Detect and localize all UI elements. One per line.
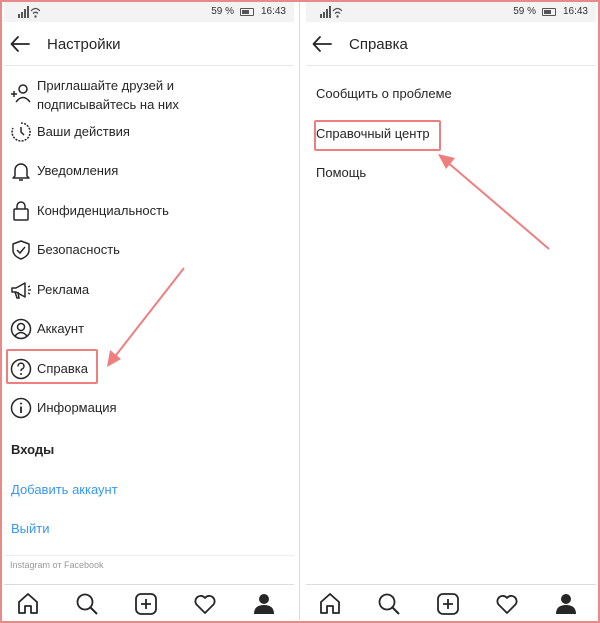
search-icon[interactable] [74,591,100,617]
account-circle-icon [10,318,32,340]
new-post-icon[interactable] [133,591,159,617]
help-center-highlight [314,120,441,151]
settings-item-label: Реклама [37,282,90,297]
logout-link[interactable]: Выйти [11,521,50,536]
search-icon[interactable] [376,591,402,617]
megaphone-icon [11,282,31,299]
activity-clock-icon [11,122,31,142]
settings-screen: 59 % 16:43 Настройки Приглашайте друзей … [4,2,294,620]
settings-item-security[interactable]: Безопасность [4,232,294,268]
settings-item-label: Аккаунт [37,321,85,336]
report-problem-item[interactable]: Сообщить о проблеме [316,86,452,101]
home-icon[interactable] [317,591,343,617]
info-circle-icon [10,397,32,419]
settings-item-notifications[interactable]: Уведомления [4,153,294,189]
settings-item-ads[interactable]: Реклама [4,272,294,308]
shield-check-icon [12,240,30,260]
footer-divider [4,555,294,556]
settings-item-label: Безопасность [37,242,120,257]
settings-item-label: Информация [37,400,117,415]
battery-percent: 59 % [211,6,234,17]
clock: 16:43 [562,6,588,17]
lock-icon [13,201,29,221]
battery-icon [240,8,254,16]
settings-item-about[interactable]: Информация [4,390,294,426]
home-icon[interactable] [15,591,41,617]
settings-item-account[interactable]: Аккаунт [4,311,294,347]
profile-icon[interactable] [553,591,579,617]
add-user-icon [11,84,31,103]
status-bar: 59 % 16:43 [4,2,294,22]
new-post-icon[interactable] [435,591,461,617]
heart-icon[interactable] [192,591,218,617]
bottom-tab-bar [306,584,596,620]
panel-divider [299,2,300,620]
settings-item-invite[interactable]: Приглашайте друзей и подписывайтесь на н… [4,72,294,112]
logins-section-title: Входы [11,442,55,457]
page-title: Справка [349,36,408,53]
support-item[interactable]: Помощь [316,165,366,180]
settings-item-label: Уведомления [37,163,119,178]
settings-item-activity[interactable]: Ваши действия [4,114,294,150]
page-title: Настройки [47,36,121,53]
footer-text: Instagram от Facebook [10,560,104,570]
bottom-tab-bar [4,584,294,620]
clock: 16:43 [260,6,286,17]
signal-wifi-icon [18,6,40,18]
status-bar: 59 % 16:43 [306,2,596,22]
back-arrow-icon[interactable] [8,32,32,56]
battery-icon [542,8,556,16]
signal-wifi-icon [320,6,342,18]
profile-icon[interactable] [251,591,277,617]
settings-item-label: Конфиденциальность [37,203,169,218]
battery-percent: 59 % [513,6,536,17]
help-item-highlight [6,349,98,384]
settings-header: Настройки [4,22,294,66]
settings-item-label: Приглашайте друзей и подписывайтесь на н… [37,78,179,112]
help-screen: 59 % 16:43 Справка Сообщить о проблеме С… [306,2,596,620]
heart-icon[interactable] [494,591,520,617]
bell-icon [12,163,30,181]
settings-item-privacy[interactable]: Конфиденциальность [4,193,294,229]
settings-item-label: Ваши действия [37,124,130,139]
add-account-link[interactable]: Добавить аккаунт [11,482,118,497]
help-header: Справка [306,22,596,66]
back-arrow-icon[interactable] [310,32,334,56]
